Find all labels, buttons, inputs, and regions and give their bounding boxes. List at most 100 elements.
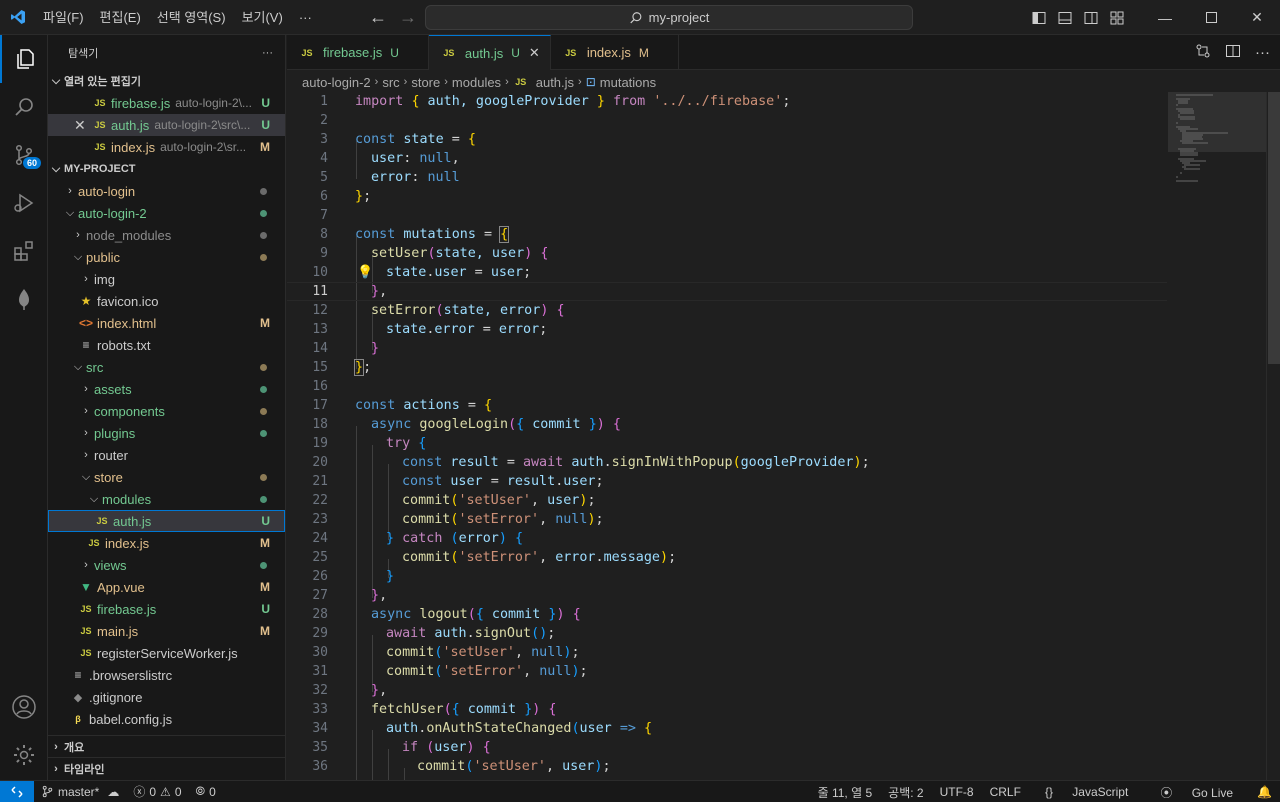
open-editors-section[interactable]: ⌵ 열려 있는 편집기 [48,70,285,92]
tree-file-index-js[interactable]: JS index.js M [48,532,285,554]
broadcast-icon: ⦾ [195,784,206,798]
minimap[interactable] [1168,92,1266,780]
mongodb-leaf-icon[interactable] [0,275,48,323]
scrollbar-thumb[interactable] [1268,92,1280,364]
warning-icon: ⚠ [160,784,171,799]
breadcrumb-item[interactable]: src [382,75,399,90]
tree-file-app-vue[interactable]: ▼ App.vue M [48,576,285,598]
tree-file-firebase-js[interactable]: JS firebase.js U [48,598,285,620]
menu-view[interactable]: 보기(V) [234,0,291,35]
timeline-section[interactable]: › 타임라인 [48,757,285,779]
toggle-secondary-sidebar-icon[interactable] [1078,0,1104,35]
tree-folder-auto-login-2[interactable]: ⌵ auto-login-2 [48,202,285,224]
open-editor-item[interactable]: JS index.js auto-login-2\sr... M [48,136,285,158]
project-section[interactable]: ⌵ MY-PROJECT [48,158,285,180]
encoding-status[interactable]: UTF-8 [932,785,982,799]
open-editor-item[interactable]: JS firebase.js auto-login-2\... U [48,92,285,114]
problems-status[interactable]: ⓧ 0 ⚠ 0 [126,783,188,800]
split-editor-icon[interactable] [1225,43,1241,63]
sync-icon[interactable]: ☁ [107,785,119,799]
breadcrumb-item[interactable]: auto-login-2 [302,75,371,90]
tree-folder-modules[interactable]: ⌵ modules [48,488,285,510]
tree-folder-auto-login[interactable]: › auto-login [48,180,285,202]
tab-auth-js[interactable]: JS auth.js U ✕ [428,35,551,70]
forward-arrow-icon[interactable]: → [398,7,418,28]
editor-scrollbar[interactable] [1266,92,1280,780]
maximize-icon[interactable] [1188,0,1234,35]
lightbulb-icon[interactable]: 💡 [357,265,373,280]
open-editor-item-active[interactable]: ✕ JS auth.js auto-login-2\src\... U [48,114,285,136]
outline-section[interactable]: › 개요 [48,735,285,757]
eol-status[interactable]: CRLF [982,785,1029,799]
toggle-panel-icon[interactable] [1052,0,1078,35]
tree-file-browserslistrc[interactable]: ≡ .browserslistrc [48,664,285,686]
line-number: 17 [312,398,328,413]
code-editor[interactable]: 1 import { auth, googleProvider } from '.… [287,92,1167,780]
tree-file-index-html[interactable]: <> index.html M [48,312,285,334]
tree-file-register-sw[interactable]: JS registerServiceWorker.js [48,642,285,664]
remote-indicator-icon[interactable] [0,780,34,802]
tree-file-gitignore[interactable]: ◆ .gitignore [48,686,285,708]
tree-folder-node-modules[interactable]: › node_modules [48,224,285,246]
code-line: 19 try { [287,434,1167,453]
tree-file-favicon[interactable]: ★ favicon.ico [48,290,285,312]
menu-file[interactable]: 파일(F) [35,0,92,35]
tree-folder-plugins[interactable]: › plugins [48,422,285,444]
source-control-icon[interactable]: 60 [0,131,48,179]
breadcrumb-item[interactable]: store [411,75,440,90]
more-actions-button[interactable]: ··· [1255,44,1270,61]
run-debug-icon[interactable] [0,179,48,227]
tree-folder-src[interactable]: ⌵ src [48,356,285,378]
breadcrumb-item[interactable]: modules [452,75,501,90]
branch-status[interactable]: master* ☁ [34,785,126,799]
menu-selection[interactable]: 선택 영역(S) [149,0,234,35]
back-arrow-icon[interactable]: ← [368,7,388,28]
tree-file-babel-config[interactable]: β babel.config.js [48,708,285,730]
tab-label: auth.js [464,45,504,61]
tree-folder-router[interactable]: › router [48,444,285,466]
open-changes-icon[interactable] [1195,43,1211,63]
tree-file-main-js[interactable]: JS main.js M [48,620,285,642]
folder-label: components [94,403,165,419]
line-number: 19 [312,436,328,451]
customize-layout-icon[interactable] [1104,0,1130,35]
language-mode[interactable]: {} JavaScript [1029,785,1144,799]
command-center-search[interactable]: my-project [425,5,913,30]
tab-status: U [511,46,520,60]
toggle-primary-sidebar-icon[interactable] [1026,0,1052,35]
close-window-icon[interactable]: ✕ [1234,0,1280,35]
tree-folder-public[interactable]: ⌵ public [48,246,285,268]
folder-label: router [94,447,128,463]
ports-status[interactable]: ⦾ 0 [189,784,223,799]
tree-folder-store[interactable]: ⌵ store [48,466,285,488]
minimize-icon[interactable]: — [1142,0,1188,35]
chevron-down-icon: ⌵ [51,74,61,87]
tab-index-js[interactable]: JS index.js M [551,35,679,70]
explorer-more-button[interactable]: ··· [262,47,273,59]
tree-folder-views[interactable]: › views [48,554,285,576]
tree-file-robots[interactable]: ≡ robots.txt [48,334,285,356]
line-number: 7 [320,208,328,223]
go-live-button[interactable]: ⦿ Go Live [1144,784,1249,801]
tree-folder-assets[interactable]: › assets [48,378,285,400]
search-activity-icon[interactable] [0,83,48,131]
indentation-status[interactable]: 공백: 2 [880,784,931,801]
close-tab-icon[interactable]: ✕ [529,45,540,61]
cursor-position[interactable]: 줄 11, 열 5 [810,784,881,801]
explorer-icon[interactable] [0,35,48,83]
git-status-badge: U [261,96,270,110]
settings-gear-icon[interactable] [0,731,48,779]
close-editor-icon[interactable]: ✕ [74,117,92,134]
breadcrumb-item[interactable]: auth.js [536,75,574,90]
breadcrumb-item[interactable]: mutations [600,75,656,90]
account-icon[interactable] [0,683,48,731]
tab-firebase-js[interactable]: JS firebase.js U [287,35,429,70]
notifications-bell-icon[interactable]: 🔔 [1249,785,1280,799]
tree-folder-components[interactable]: › components [48,400,285,422]
line-number: 20 [312,455,328,470]
menu-more[interactable]: ··· [291,0,320,35]
menu-edit[interactable]: 편집(E) [92,0,149,35]
tree-file-auth-js[interactable]: JS auth.js U [48,510,285,532]
tree-folder-img[interactable]: › img [48,268,285,290]
extensions-icon[interactable] [0,227,48,275]
